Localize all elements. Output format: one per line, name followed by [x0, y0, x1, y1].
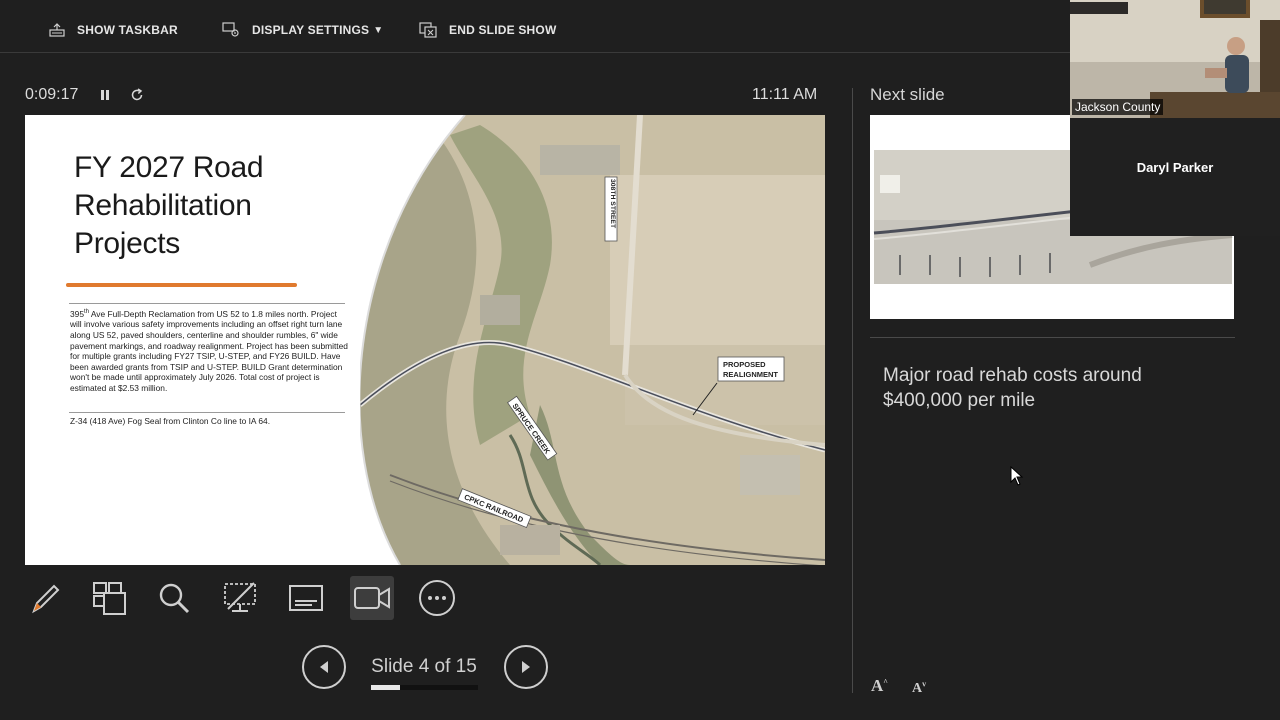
- notes-divider: [870, 337, 1235, 338]
- end-slide-show-button[interactable]: END SLIDE SHOW: [419, 18, 556, 42]
- zoom-button[interactable]: [152, 576, 196, 620]
- current-slide[interactable]: FY 2027 Road Rehabilitation Projects 395…: [25, 115, 825, 565]
- black-screen-button[interactable]: [218, 576, 262, 620]
- triangle-left-icon: [320, 661, 328, 673]
- video-camera-icon: [354, 587, 390, 609]
- slide-counter[interactable]: Slide 4 of 15: [366, 656, 482, 678]
- text-decrease-icon: Av: [912, 679, 927, 696]
- slide-progress-fill: [371, 685, 400, 690]
- project-description: 395th Ave Full-Depth Reclamation from US…: [70, 307, 350, 394]
- next-slide-label: Next slide: [870, 85, 945, 104]
- slide-title-line: Rehabilitation: [74, 189, 252, 222]
- presenter-toolbar: SHOW TASKBAR DISPLAY SETTINGS ▼ END SLID…: [0, 0, 1070, 53]
- see-all-slides-button[interactable]: [87, 576, 131, 620]
- participant-name: Daryl Parker: [1136, 160, 1214, 175]
- video-call-panel: Jackson County Daryl Parker: [1070, 0, 1280, 236]
- map-label-realignment-line1: PROPOSED: [723, 360, 766, 369]
- screen-slash-icon: [224, 582, 256, 612]
- elapsed-timer: 0:09:17: [25, 86, 79, 103]
- slide-progress-bar: [371, 685, 478, 690]
- show-taskbar-button[interactable]: SHOW TASKBAR: [49, 18, 178, 42]
- refresh-icon: [131, 88, 143, 101]
- next-slide-button[interactable]: [504, 645, 548, 689]
- grid-slides-icon: [93, 582, 126, 615]
- taskbar-icon: [49, 23, 65, 37]
- title-accent-line: [66, 283, 297, 287]
- previous-slide-button[interactable]: [302, 645, 346, 689]
- display-settings-label: DISPLAY SETTINGS: [252, 23, 370, 37]
- more-options-button[interactable]: [415, 576, 459, 620]
- current-time: 11:11 AM: [752, 86, 818, 103]
- mouse-cursor-icon: [1010, 466, 1024, 486]
- speaker-notes: Major road rehab costs around $400,000 p…: [883, 365, 1142, 411]
- video-location-label: Jackson County: [1072, 99, 1164, 115]
- camera-toggle-button[interactable]: [350, 576, 394, 620]
- body-divider-bottom: [69, 412, 345, 413]
- pause-timer-button[interactable]: [96, 86, 114, 104]
- decrease-font-button[interactable]: Av: [912, 679, 926, 697]
- display-settings-icon: [222, 22, 239, 37]
- pen-tool-button[interactable]: [23, 576, 67, 620]
- subtitles-button[interactable]: [284, 576, 328, 620]
- subtitles-icon: [289, 585, 323, 611]
- pause-icon: [101, 90, 109, 100]
- show-taskbar-label: SHOW TASKBAR: [77, 23, 178, 37]
- display-settings-button[interactable]: DISPLAY SETTINGS ▼: [222, 18, 383, 42]
- body-divider-top: [69, 303, 345, 304]
- text-increase-icon: A^: [871, 676, 888, 695]
- project-description-2: Z-34 (418 Ave) Fog Seal from Clinton Co …: [70, 416, 271, 426]
- slide-title: FY 2027 Road Rehabilitation Projects: [74, 149, 334, 263]
- end-slide-show-label: END SLIDE SHOW: [449, 23, 557, 37]
- map-label-realignment-line2: REALIGNMENT: [723, 370, 778, 379]
- dropdown-arrow-icon: ▼: [373, 24, 384, 36]
- restart-timer-button[interactable]: [128, 86, 146, 104]
- slide-title-line: FY 2027 Road: [74, 151, 264, 184]
- more-dots-icon: [419, 580, 455, 616]
- map-label-street: 308TH STREET: [604, 176, 618, 242]
- triangle-right-icon: [522, 661, 530, 673]
- panel-divider: [852, 88, 853, 693]
- aerial-map: 308TH STREET PROPOSED REALIGNMENT SPRUCE…: [360, 115, 825, 565]
- map-label-realignment: PROPOSED REALIGNMENT: [717, 356, 785, 382]
- project-description-prefix: 395: [70, 308, 84, 319]
- project-description-text: Ave Full-Depth Reclamation from US 52 to…: [70, 308, 348, 393]
- end-show-icon: [419, 22, 437, 38]
- magnifier-icon: [159, 583, 190, 614]
- slide-title-line: Projects: [74, 227, 180, 260]
- map-label-street-text: 308TH STREET: [609, 179, 616, 229]
- increase-font-button[interactable]: A^: [871, 676, 888, 696]
- pen-icon: [32, 584, 60, 614]
- video-feed-jackson-county[interactable]: Jackson County: [1070, 0, 1280, 118]
